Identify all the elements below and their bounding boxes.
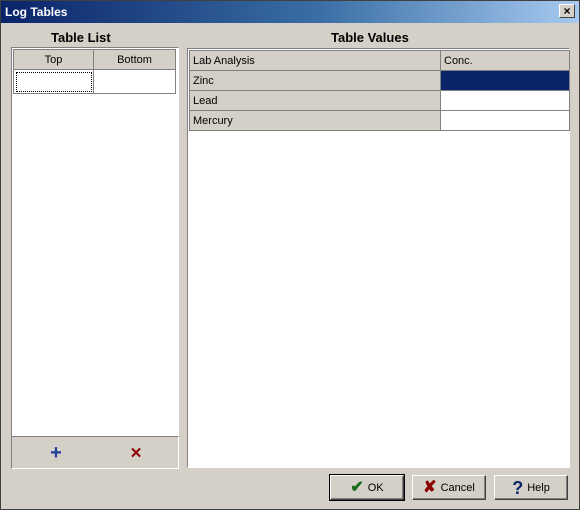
table-list-table: Top Bottom: [13, 49, 176, 94]
help-icon: ?: [512, 477, 524, 498]
table-values-grid: Lab Analysis Conc. Zinc Lead Mercury: [187, 48, 570, 468]
ok-button[interactable]: ✔ OK: [329, 474, 405, 501]
delete-icon: ✕: [129, 445, 143, 462]
title-bar[interactable]: Log Tables ×: [1, 1, 579, 23]
conc-cell-lead[interactable]: [440, 90, 570, 111]
window-title: Log Tables: [5, 5, 68, 19]
checkmark-icon: ✔: [350, 478, 364, 496]
column-header-top[interactable]: Top: [13, 49, 94, 70]
close-button[interactable]: ×: [559, 4, 575, 18]
cancel-button-label: Cancel: [440, 481, 475, 494]
add-table-button[interactable]: +: [45, 441, 67, 464]
table-values-table: Lab Analysis Conc. Zinc Lead Mercury: [189, 50, 570, 131]
delete-table-button[interactable]: ✕: [125, 443, 147, 463]
table-list-cell-bottom[interactable]: [93, 69, 176, 94]
plus-icon: +: [50, 441, 62, 464]
row-label-lead: Lead: [189, 90, 441, 111]
ok-button-label: OK: [367, 481, 384, 494]
conc-cell-mercury[interactable]: [440, 110, 570, 131]
table-list-title: Table List: [51, 30, 111, 45]
help-button-label: Help: [527, 481, 550, 494]
help-button[interactable]: ? Help: [494, 475, 568, 500]
close-icon: ×: [563, 4, 571, 18]
table-list-grid: Top Bottom: [11, 47, 179, 437]
column-header-bottom[interactable]: Bottom: [93, 49, 176, 70]
cancel-icon: ✘: [423, 478, 437, 496]
table-list-toolbar: + ✕: [11, 436, 179, 469]
column-header-lab-analysis[interactable]: Lab Analysis: [189, 50, 441, 71]
log-tables-window: Log Tables × Table List Top Bottom + ✕ T…: [0, 0, 580, 510]
cancel-button[interactable]: ✘ Cancel: [412, 475, 486, 500]
conc-cell-zinc[interactable]: [440, 70, 570, 91]
table-list-cell-top[interactable]: [13, 69, 94, 94]
row-label-zinc: Zinc: [189, 70, 441, 91]
table-values-title: Table Values: [331, 30, 409, 45]
row-label-mercury: Mercury: [189, 110, 441, 131]
column-header-conc[interactable]: Conc.: [440, 50, 570, 71]
